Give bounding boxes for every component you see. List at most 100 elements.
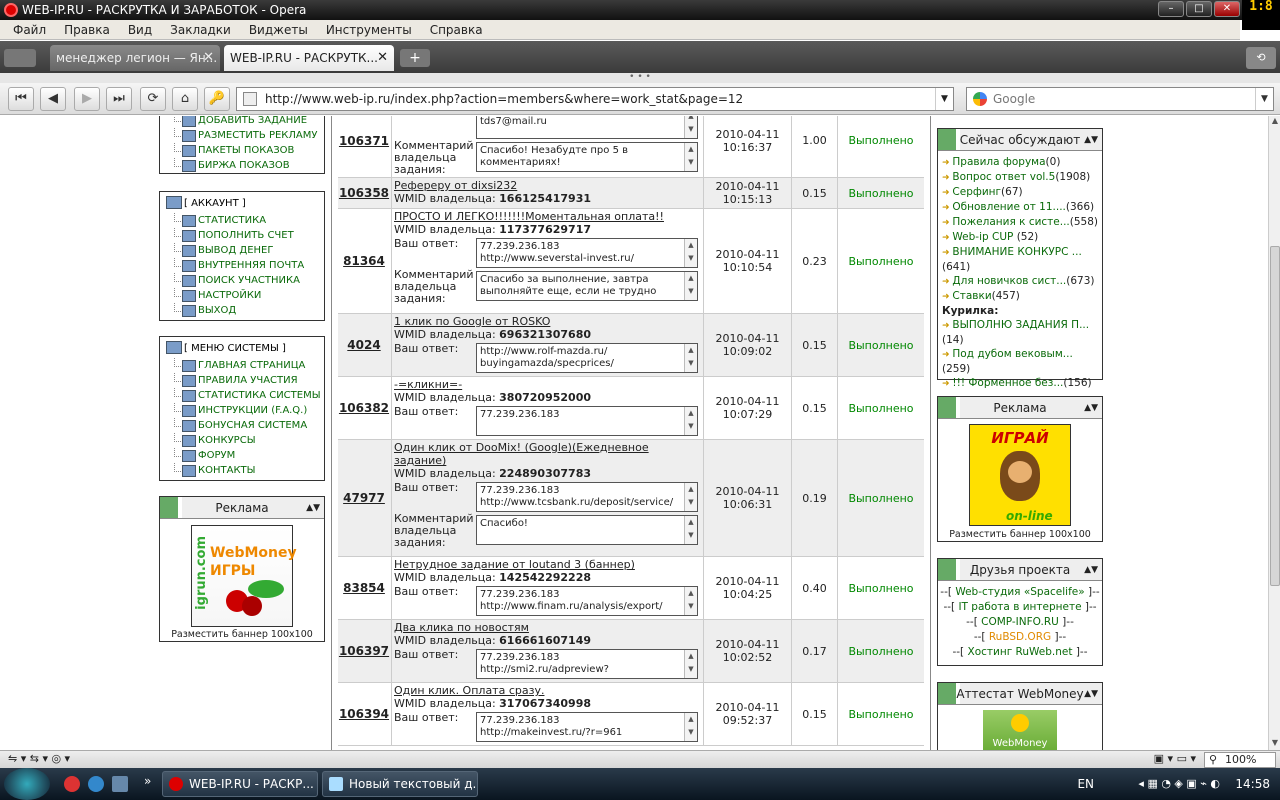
close-tab-icon[interactable]: ✕ <box>203 45 214 71</box>
task-id-link[interactable]: 106397 <box>338 620 390 682</box>
account-find-user-link[interactable]: ПОИСК УЧАСТНИКА <box>160 273 324 288</box>
scroll-up-icon[interactable]: ▲ <box>1269 116 1280 128</box>
language-indicator[interactable]: EN <box>1077 768 1094 800</box>
wand-button[interactable]: 🔑 <box>204 87 230 111</box>
task-title-link[interactable]: Рефереру от dixsi232 <box>394 179 701 192</box>
system-contests-link[interactable]: КОНКУРСЫ <box>160 433 324 448</box>
task-id-link[interactable]: 4024 <box>338 314 390 376</box>
friend-link[interactable]: Хостинг RuWeb.net <box>968 646 1073 658</box>
fast-forward-button[interactable]: ⏭ <box>106 87 132 111</box>
collapse-arrows-icon[interactable]: ▲▼ <box>1084 397 1098 419</box>
ie-quicklaunch-icon[interactable] <box>88 776 104 792</box>
menu-impression-exchange[interactable]: БИРЖА ПОКАЗОВ <box>160 158 324 173</box>
minimize-button[interactable]: – <box>1158 1 1184 17</box>
answer-box[interactable]: 77.239.236.183 http://smi2.ru/adpreview? <box>476 649 698 679</box>
answer-box[interactable]: 77.239.236.183 <box>476 406 698 436</box>
answer-box[interactable]: 77.239.236.183 http://www.severstal-inves… <box>476 238 698 268</box>
task-id-link[interactable]: 47977 <box>338 440 390 556</box>
task-id-link[interactable]: 106371 <box>338 116 390 177</box>
system-bonus-link[interactable]: БОНУСНАЯ СИСТЕМА <box>160 418 324 433</box>
task-id-link[interactable]: 106382 <box>338 377 390 439</box>
search-dropdown-icon[interactable]: ▼ <box>1255 88 1273 110</box>
task-title-link[interactable]: Один клик. Оплата сразу. <box>394 684 701 697</box>
answer-box[interactable]: 77.239.236.183 http://makeinvest.ru/?r=96… <box>476 712 698 742</box>
expand-quicklaunch-icon[interactable]: » <box>144 774 151 788</box>
account-logout-link[interactable]: ВЫХОД <box>160 303 324 318</box>
account-settings-link[interactable]: НАСТРОЙКИ <box>160 288 324 303</box>
closed-tabs-icon[interactable]: ⟲ <box>1246 47 1276 69</box>
task-id-link[interactable]: 83854 <box>338 557 390 619</box>
desktop-quicklaunch-icon[interactable] <box>112 776 128 792</box>
comment-box[interactable]: Спасибо! Незабудте про 5 в комментариях! <box>476 142 698 172</box>
address-dropdown-icon[interactable]: ▼ <box>935 88 953 110</box>
account-stats-link[interactable]: СТАТИСТИКА <box>160 213 324 228</box>
menu-edit[interactable]: Правка <box>55 20 119 39</box>
account-deposit-link[interactable]: ПОПОЛНИТЬ СЧЕТ <box>160 228 324 243</box>
play-online-banner[interactable]: ИГРАЙ on-line <box>969 424 1071 526</box>
task-title-link[interactable]: -=кликни=- <box>394 378 701 391</box>
task-title-link[interactable]: ПРОСТО И ЛЕГКО!!!!!!!Моментальная оплата… <box>394 210 701 223</box>
system-forum-link[interactable]: ФОРУМ <box>160 448 324 463</box>
friend-link[interactable]: RuBSD.ORG <box>989 631 1051 643</box>
left-ad-caption[interactable]: Разместить баннер 100x100 <box>160 629 324 640</box>
taskbar-clock[interactable]: 14:58 <box>1235 768 1270 800</box>
task-title-link[interactable]: Один клик от DooMix! (Google)(Ежедневное… <box>394 441 701 467</box>
menu-view[interactable]: Вид <box>119 20 161 39</box>
scroll-down-icon[interactable]: ▼ <box>1269 738 1280 750</box>
tab-yandex[interactable]: менеджер легион — Ян... ✕ <box>50 45 220 71</box>
scrollbar-thumb[interactable] <box>1270 246 1280 586</box>
close-tab-icon[interactable]: ✕ <box>377 45 388 71</box>
webmoney-games-banner[interactable]: igrun.com WebMoney ИГРЫ <box>191 525 297 627</box>
comment-box[interactable]: Спасибо! <box>476 515 698 545</box>
menu-widgets[interactable]: Виджеты <box>240 20 317 39</box>
panel-icons[interactable]: ⇋ ▾ ⇆ ▾ ◎ ▾ <box>8 752 70 765</box>
page-scrollbar[interactable]: ▲ ▼ <box>1268 116 1280 750</box>
menu-place-ad[interactable]: РАЗМЕСТИТЬ РЕКЛАМУ <box>160 128 324 143</box>
friend-link[interactable]: COMP-INFO.RU <box>981 616 1059 628</box>
friend-link[interactable]: IT работа в интернете <box>958 601 1081 613</box>
collapse-arrows-icon[interactable]: ▲▼ <box>306 497 320 519</box>
collapse-arrows-icon[interactable]: ▲▼ <box>1084 683 1098 705</box>
opera-quicklaunch-icon[interactable] <box>64 776 80 792</box>
system-stats-link[interactable]: СТАТИСТИКА СИСТЕМЫ <box>160 388 324 403</box>
account-withdraw-link[interactable]: ВЫВОД ДЕНЕГ <box>160 243 324 258</box>
system-contacts-link[interactable]: КОНТАКТЫ <box>160 463 324 478</box>
comment-box[interactable]: Спасибо за выполнение, завтра выполняйте … <box>476 271 698 301</box>
collapse-arrows-icon[interactable]: ▲▼ <box>1084 559 1098 581</box>
menu-tools[interactable]: Инструменты <box>317 20 421 39</box>
address-bar[interactable]: http://www.web-ip.ru/index.php?action=me… <box>236 87 954 111</box>
menu-add-task[interactable]: ДОБАВИТЬ ЗАДАНИЕ <box>160 116 324 128</box>
answer-box[interactable]: tds7@mail.ru <box>476 116 698 139</box>
task-title-link[interactable]: Два клика по новостям <box>394 621 701 634</box>
answer-box[interactable]: 77.239.236.183 http://www.finam.ru/analys… <box>476 586 698 616</box>
zoom-control[interactable]: ⚲ 100% <box>1204 752 1276 768</box>
toolbar-grip[interactable]: • • • <box>0 73 1280 83</box>
new-tab-button[interactable]: + <box>400 49 430 67</box>
taskbar-item-notepad[interactable]: Новый текстовый д... <box>322 771 478 797</box>
start-button[interactable] <box>4 768 50 800</box>
taskbar-item-opera[interactable]: WEB-IP.RU - РАСКР... <box>162 771 318 797</box>
tray-icons[interactable]: ◂ ▦ ◔ ◈ ▣ ⌁ ◐ <box>1138 768 1220 800</box>
account-mail-link[interactable]: ВНУТРЕННЯЯ ПОЧТА <box>160 258 324 273</box>
menu-bookmarks[interactable]: Закладки <box>161 20 240 39</box>
system-rules-link[interactable]: ПРАВИЛА УЧАСТИЯ <box>160 373 324 388</box>
task-title-link[interactable]: 1 клик по Google от ROSKO <box>394 315 701 328</box>
system-home-link[interactable]: ГЛАВНАЯ СТРАНИЦА <box>160 358 324 373</box>
maximize-button[interactable]: □ <box>1186 1 1212 17</box>
answer-box[interactable]: http://www.rolf-mazda.ru/buyingamazda/sp… <box>476 343 698 373</box>
back-button[interactable]: ◀ <box>40 87 66 111</box>
webmoney-attestat-badge[interactable]: WebMoney <box>983 710 1057 750</box>
task-id-link[interactable]: 81364 <box>338 209 390 313</box>
rewind-button[interactable]: ⏮ <box>8 87 34 111</box>
forward-button[interactable]: ▶ <box>74 87 100 111</box>
answer-box[interactable]: 77.239.236.183 http://www.tcsbank.ru/depo… <box>476 482 698 512</box>
system-faq-link[interactable]: ИНСТРУКЦИИ (F.A.Q.) <box>160 403 324 418</box>
panel-toggle-button[interactable] <box>4 49 36 67</box>
menu-file[interactable]: Файл <box>4 20 55 39</box>
home-button[interactable]: ⌂ <box>172 87 198 111</box>
close-window-button[interactable]: ✕ <box>1214 1 1240 17</box>
friend-link[interactable]: Web-студия «Spacelife» <box>955 586 1084 598</box>
menu-help[interactable]: Справка <box>421 20 492 39</box>
task-title-link[interactable]: Нетрудное задание от loutand 3 (баннер) <box>394 558 701 571</box>
menu-impression-packs[interactable]: ПАКЕТЫ ПОКАЗОВ <box>160 143 324 158</box>
